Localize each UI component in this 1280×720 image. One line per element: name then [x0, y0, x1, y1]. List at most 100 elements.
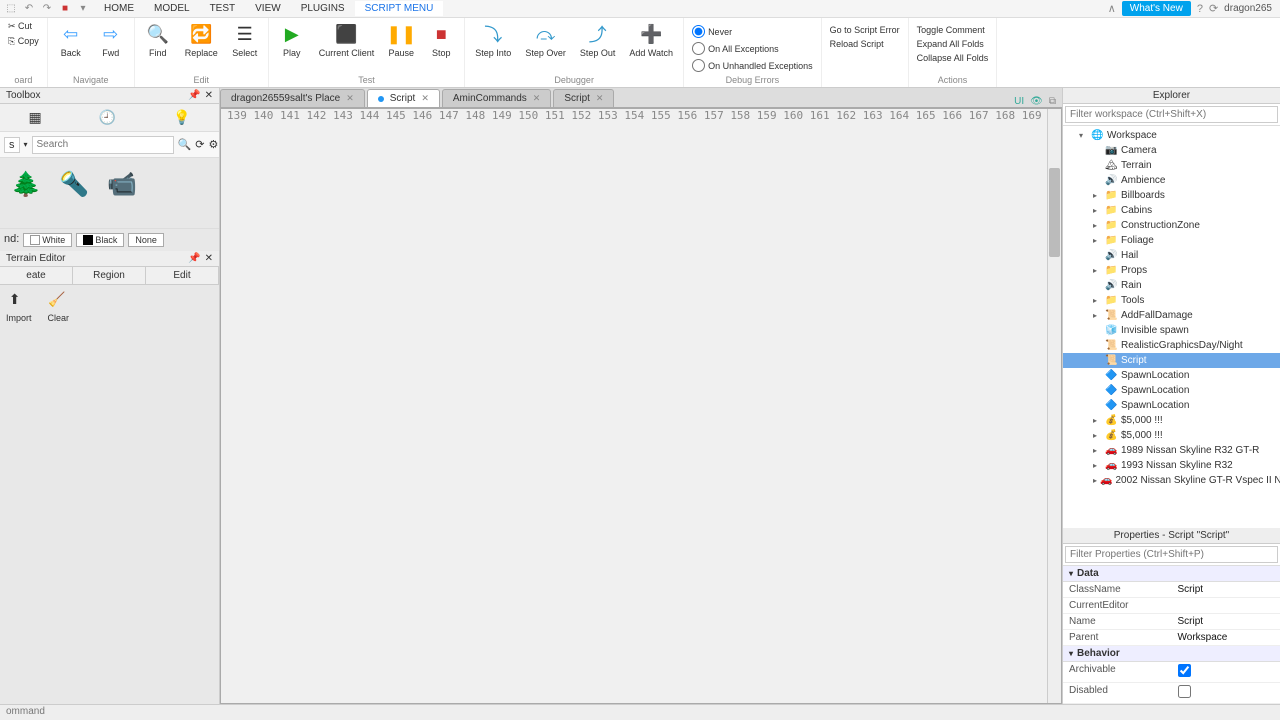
- view-icon[interactable]: 👁: [1030, 96, 1043, 107]
- tree-item[interactable]: ▸📁Props: [1063, 263, 1280, 278]
- close-icon[interactable]: ✕: [205, 253, 213, 264]
- toolbox-item[interactable]: 📹: [102, 164, 142, 204]
- tree-item[interactable]: 🔊Ambience: [1063, 173, 1280, 188]
- chip-white[interactable]: White: [23, 233, 72, 247]
- doc-tab[interactable]: dragon26559salt's Place✕: [220, 89, 365, 107]
- toggle-comment-button[interactable]: Toggle Comment: [915, 24, 991, 36]
- search-icon[interactable]: 🔍: [178, 138, 192, 151]
- refresh-icon[interactable]: ⟳: [195, 138, 204, 151]
- tree-item[interactable]: ▸📁Cabins: [1063, 203, 1280, 218]
- expand-icon[interactable]: ▸: [1093, 446, 1102, 455]
- toolbox-search-input[interactable]: [32, 136, 174, 154]
- vertical-scrollbar[interactable]: [1047, 109, 1061, 703]
- goto-script-error-button[interactable]: Go to Script Error: [828, 24, 902, 36]
- prop-value[interactable]: Script: [1172, 582, 1280, 597]
- prop-value[interactable]: [1172, 662, 1280, 682]
- tree-item[interactable]: ▾🌐Workspace: [1063, 128, 1280, 143]
- chip-black[interactable]: Black: [76, 233, 124, 247]
- prop-row[interactable]: NameScript: [1063, 614, 1280, 630]
- undo-icon[interactable]: ↶: [22, 2, 36, 16]
- expand-icon[interactable]: ▸: [1093, 476, 1097, 485]
- doc-tab[interactable]: AminCommands✕: [442, 89, 551, 107]
- close-icon[interactable]: ✕: [533, 93, 541, 104]
- dropdown-icon[interactable]: ▾: [24, 140, 28, 149]
- select-button[interactable]: ☰Select: [228, 20, 262, 60]
- tree-item[interactable]: 🔷SpawnLocation: [1063, 383, 1280, 398]
- collapse-folds-button[interactable]: Collapse All Folds: [915, 52, 991, 64]
- expand-icon[interactable]: ▸: [1093, 416, 1102, 425]
- play-button[interactable]: ▶Play: [275, 20, 309, 60]
- menu-tab-view[interactable]: VIEW: [245, 1, 291, 16]
- help-icon[interactable]: ?: [1197, 3, 1203, 15]
- prop-value[interactable]: Workspace: [1172, 630, 1280, 645]
- tree-item[interactable]: 🔊Hail: [1063, 248, 1280, 263]
- expand-icon[interactable]: ▸: [1093, 431, 1102, 440]
- break-unhandled-radio[interactable]: On Unhandled Exceptions: [690, 58, 815, 73]
- copy-button[interactable]: ⎘ Copy: [6, 35, 41, 48]
- category-dropdown[interactable]: s: [4, 137, 20, 153]
- command-bar[interactable]: ommand: [0, 704, 1280, 720]
- step-over-button[interactable]: ⤼Step Over: [521, 20, 570, 60]
- chip-none[interactable]: None: [128, 233, 164, 247]
- expand-icon[interactable]: ▸: [1093, 266, 1102, 275]
- prop-row[interactable]: CurrentEditor: [1063, 598, 1280, 614]
- menu-tab-home[interactable]: HOME: [94, 1, 144, 16]
- close-icon[interactable]: ✕: [205, 90, 213, 101]
- pause-button[interactable]: ❚❚Pause: [384, 20, 418, 60]
- terrain-clear-button[interactable]: 🧹Clear: [48, 291, 70, 323]
- ui-toggle-icon[interactable]: UI: [1014, 96, 1024, 107]
- close-icon[interactable]: ✕: [596, 93, 604, 104]
- menu-tab-model[interactable]: MODEL: [144, 1, 200, 16]
- tree-item[interactable]: 📷Camera: [1063, 143, 1280, 158]
- explorer-filter-input[interactable]: [1065, 106, 1278, 123]
- menu-tab-script[interactable]: SCRIPT MENU: [355, 1, 444, 16]
- terrain-import-button[interactable]: ⬆Import: [6, 291, 32, 323]
- expand-icon[interactable]: ▾: [1079, 131, 1088, 140]
- expand-icon[interactable]: ▸: [1093, 191, 1102, 200]
- break-all-radio[interactable]: On All Exceptions: [690, 41, 815, 56]
- prop-section-header[interactable]: ▾ Data: [1063, 566, 1280, 582]
- stop-button[interactable]: ■Stop: [424, 20, 458, 60]
- sync-icon[interactable]: ⟳: [1209, 2, 1218, 15]
- tree-item[interactable]: 🧊Invisible spawn: [1063, 323, 1280, 338]
- expand-icon[interactable]: ▸: [1093, 296, 1102, 305]
- collapse-icon[interactable]: ▾: [1069, 649, 1073, 658]
- collapse-ribbon-icon[interactable]: ∧: [1108, 2, 1116, 15]
- tree-item[interactable]: ▸🚗1993 Nissan Skyline R32: [1063, 458, 1280, 473]
- whats-new-button[interactable]: What's New: [1122, 1, 1191, 16]
- add-watch-button[interactable]: ➕Add Watch: [625, 20, 677, 60]
- terrain-tab-edit[interactable]: Edit: [146, 267, 219, 284]
- prop-row[interactable]: Archivable: [1063, 662, 1280, 683]
- tree-item[interactable]: 🏔Terrain: [1063, 158, 1280, 173]
- replace-button[interactable]: 🔁Replace: [181, 20, 222, 60]
- user-label[interactable]: dragon265: [1224, 3, 1272, 14]
- prop-value[interactable]: [1172, 683, 1280, 703]
- pin-icon[interactable]: 📌: [188, 253, 200, 264]
- current-client-button[interactable]: ⬛Current Client: [315, 20, 379, 60]
- tree-item[interactable]: ▸📁Foliage: [1063, 233, 1280, 248]
- toolbox-grid-icon[interactable]: ▦: [28, 109, 41, 126]
- doc-tab[interactable]: Script✕: [367, 89, 440, 107]
- prop-section-header[interactable]: ▾ Behavior: [1063, 646, 1280, 662]
- menu-tab-test[interactable]: TEST: [200, 1, 246, 16]
- tree-item[interactable]: ▸🚗1989 Nissan Skyline R32 GT-R: [1063, 443, 1280, 458]
- expand-folds-button[interactable]: Expand All Folds: [915, 38, 991, 50]
- properties-filter-input[interactable]: [1065, 546, 1278, 563]
- break-never-radio[interactable]: Never: [690, 24, 815, 39]
- prop-checkbox[interactable]: [1178, 664, 1191, 677]
- menu-tab-plugins[interactable]: PLUGINS: [291, 1, 355, 16]
- back-button[interactable]: ⇦Back: [54, 20, 88, 60]
- stop-icon[interactable]: ■: [58, 2, 72, 16]
- toolbox-item[interactable]: 🔦: [54, 164, 94, 204]
- tree-item[interactable]: 🔷SpawnLocation: [1063, 368, 1280, 383]
- terrain-tab-create[interactable]: eate: [0, 267, 73, 284]
- reload-script-button[interactable]: Reload Script: [828, 38, 902, 50]
- expand-icon[interactable]: ▸: [1093, 461, 1102, 470]
- toolbox-inventory-icon[interactable]: 💡: [173, 109, 190, 126]
- prop-checkbox[interactable]: [1178, 685, 1191, 698]
- close-icon[interactable]: ✕: [346, 93, 354, 104]
- tree-item[interactable]: ▸💰$5,000 !!!: [1063, 428, 1280, 443]
- tree-item[interactable]: 📜RealisticGraphicsDay/Night: [1063, 338, 1280, 353]
- expand-icon[interactable]: ▸: [1093, 236, 1102, 245]
- prop-value[interactable]: [1172, 598, 1280, 613]
